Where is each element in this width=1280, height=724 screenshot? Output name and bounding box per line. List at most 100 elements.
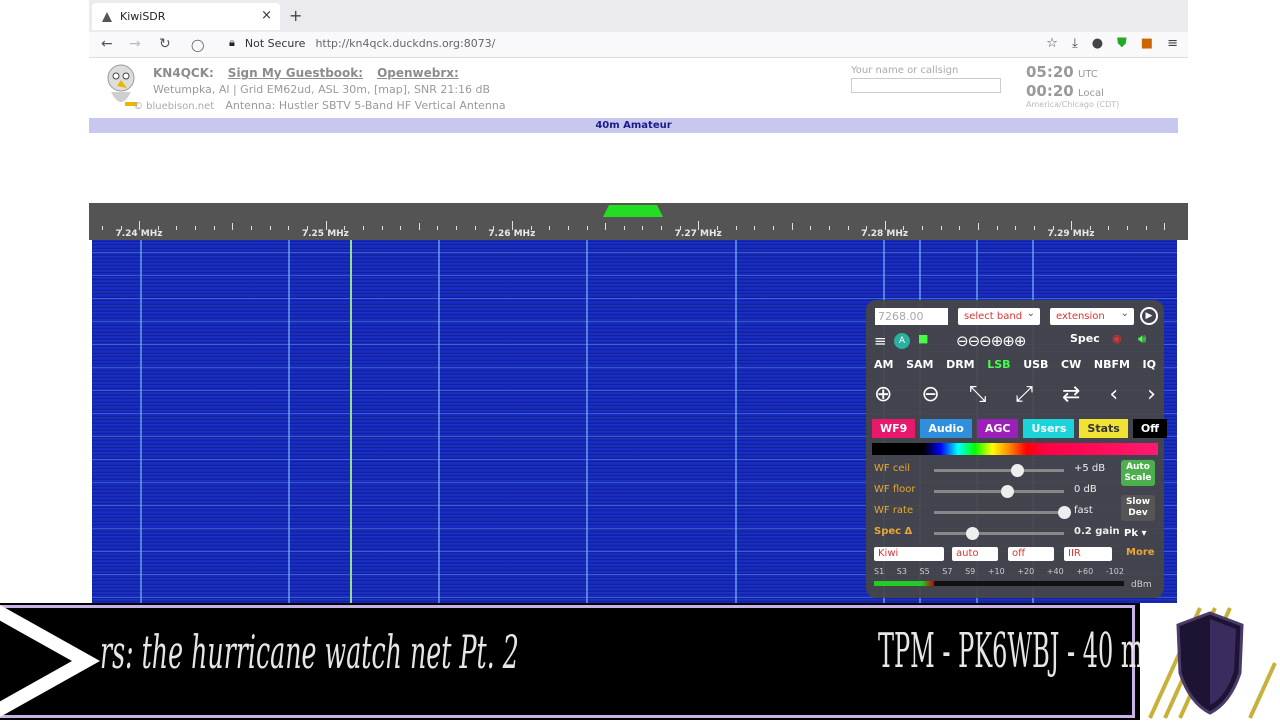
panel-play-icon[interactable]: ▶ bbox=[1140, 307, 1158, 325]
tab-kiwisdr[interactable]: KiwiSDR × bbox=[92, 3, 280, 30]
slider-value: fast bbox=[1074, 505, 1093, 516]
hamburger-icon[interactable]: ≡ bbox=[874, 332, 887, 350]
pk-dropdown[interactable]: Pk ▾ bbox=[1124, 528, 1147, 539]
tab-stats-button[interactable]: Stats bbox=[1079, 419, 1128, 438]
mode-sam-button[interactable]: SAM bbox=[906, 358, 933, 371]
tab-wf9-button[interactable]: WF9 bbox=[872, 419, 916, 438]
tab-agc-button[interactable]: AGC bbox=[976, 419, 1019, 438]
tab-off-button[interactable]: Off bbox=[1132, 419, 1168, 438]
forward-arrow-icon[interactable]: → bbox=[129, 36, 141, 52]
scale-tick bbox=[213, 226, 215, 230]
security-label: Not Secure bbox=[244, 36, 306, 50]
scale-tick bbox=[772, 226, 774, 230]
freq-label: 7.24 MHz bbox=[115, 229, 163, 239]
waterfall-row bbox=[92, 298, 1177, 299]
slider-track[interactable] bbox=[934, 464, 1064, 477]
extension-icon[interactable]: ● bbox=[1092, 36, 1103, 51]
slider-track[interactable] bbox=[934, 506, 1071, 519]
extension-fox-icon[interactable]: ■ bbox=[1141, 36, 1153, 51]
bottom-select-value: Kiwi bbox=[878, 548, 899, 559]
zoom-max-icon[interactable]: ⤢ bbox=[1015, 382, 1033, 407]
guestbook-link[interactable]: Sign My Guestbook: bbox=[228, 66, 363, 80]
mode-iq-button[interactable]: IQ bbox=[1143, 358, 1156, 371]
slider-knob[interactable] bbox=[1000, 485, 1014, 498]
menu-icon[interactable]: ≡ bbox=[1167, 36, 1178, 51]
zoom-in-icon[interactable]: ⊕ bbox=[874, 382, 892, 407]
tab-audio-button[interactable]: Audio bbox=[920, 419, 972, 438]
waterfall-row bbox=[92, 275, 1177, 276]
bottom-select[interactable]: auto bbox=[952, 547, 998, 561]
scale-tick bbox=[400, 226, 402, 230]
freq-label: 7.25 MHz bbox=[301, 229, 349, 239]
utc-label: UTC bbox=[1078, 69, 1098, 80]
smeter-label: S9 bbox=[965, 567, 976, 576]
bottom-select[interactable]: off bbox=[1008, 547, 1054, 561]
download-icon[interactable]: ⤓ bbox=[1072, 36, 1078, 51]
green-icon[interactable]: ■ bbox=[918, 332, 928, 345]
record-icon[interactable]: ◉ bbox=[1112, 332, 1122, 345]
scale-tick bbox=[195, 226, 197, 230]
extension-dropdown[interactable]: extension bbox=[1050, 305, 1134, 325]
slider-track[interactable] bbox=[934, 527, 1064, 540]
scale-tick bbox=[828, 226, 830, 230]
zoom-fit-icon[interactable]: ⤡ bbox=[969, 382, 987, 407]
a-icon[interactable]: A bbox=[894, 333, 910, 349]
smeter-label: +60 bbox=[1076, 567, 1094, 576]
mode-drm-button[interactable]: DRM bbox=[946, 358, 975, 371]
credit-link[interactable]: © bluebison.net bbox=[133, 101, 214, 112]
frequency-input[interactable]: 7268.00 bbox=[875, 308, 948, 325]
more-button[interactable]: More bbox=[1126, 547, 1155, 558]
mode-am-button[interactable]: AM bbox=[874, 358, 893, 371]
freq-label: 7.26 MHz bbox=[488, 229, 536, 239]
back-arrow-icon[interactable]: ← bbox=[101, 36, 113, 52]
callsign-input[interactable] bbox=[851, 78, 1001, 93]
new-tab-button[interactable]: + bbox=[289, 6, 302, 25]
slider-knob[interactable] bbox=[966, 527, 980, 540]
url-field[interactable]: 🔒︎ Not Secure http://kn4qck.duckdns.org:… bbox=[229, 36, 495, 50]
scale-tick bbox=[288, 226, 290, 230]
auto-scale-button[interactable]: Auto Scale bbox=[1121, 460, 1155, 486]
bottom-select[interactable]: Kiwi bbox=[874, 547, 944, 561]
mode-nbfm-button[interactable]: NBFM bbox=[1094, 358, 1130, 371]
band-bar[interactable]: 40m Amateur bbox=[89, 118, 1178, 133]
bottom-select-value: IIR bbox=[1068, 548, 1081, 559]
shield-extension-icon[interactable]: ⛊ bbox=[1117, 36, 1127, 51]
spec-button[interactable]: Spec bbox=[1070, 332, 1100, 345]
url-text[interactable]: http://kn4qck.duckdns.org:8073/ bbox=[315, 37, 495, 50]
slider-knob[interactable] bbox=[1010, 464, 1024, 477]
swap-icon[interactable]: ⇄ bbox=[1062, 382, 1080, 407]
callsign-label: Your name or callsign bbox=[851, 65, 959, 76]
select-band-dropdown[interactable]: select band bbox=[958, 305, 1040, 325]
panel-row-2: ≡ A ■ ⊖⊖⊖⊕⊕⊕ Spec ◉ 🔊︎ bbox=[866, 332, 1164, 352]
reload-icon[interactable]: ↻ bbox=[159, 36, 171, 52]
mode-usb-button[interactable]: USB bbox=[1023, 358, 1048, 371]
slow-dev-button[interactable]: Slow Dev bbox=[1121, 495, 1155, 521]
colormap-bar[interactable] bbox=[872, 443, 1158, 455]
mode-buttons: AM SAM DRM LSB USB CW NBFM IQ bbox=[874, 358, 1156, 371]
bottom-select[interactable]: IIR bbox=[1064, 547, 1112, 561]
scale-tick bbox=[735, 226, 737, 230]
next-icon[interactable]: › bbox=[1147, 382, 1156, 407]
scale-tick bbox=[437, 226, 439, 230]
slider-track[interactable] bbox=[934, 485, 1064, 498]
zoom-step-icons[interactable]: ⊖⊖⊖⊕⊕⊕ bbox=[956, 332, 1026, 350]
passband-marker[interactable] bbox=[603, 205, 663, 217]
speaker-icon[interactable]: 🔊︎ bbox=[1138, 332, 1146, 347]
mode-cw-button[interactable]: CW bbox=[1061, 358, 1081, 371]
bookmark-star-icon[interactable]: ☆ bbox=[1046, 36, 1058, 51]
smeter-label: S5 bbox=[919, 567, 930, 576]
slider-knob[interactable] bbox=[1058, 506, 1071, 519]
tab-users-button[interactable]: Users bbox=[1023, 419, 1075, 438]
mode-lsb-button[interactable]: LSB bbox=[987, 358, 1010, 371]
channel-badge bbox=[1140, 603, 1280, 720]
scale-tick bbox=[101, 226, 103, 230]
tab-close-icon[interactable]: × bbox=[261, 8, 272, 23]
control-panel: 7268.00 select band extension ▶ ≡ A ■ ⊖⊖… bbox=[866, 300, 1168, 598]
openwebrx-link[interactable]: Openwebrx: bbox=[377, 66, 459, 80]
scale-tick bbox=[922, 226, 924, 230]
shield-icon[interactable]: ◯ bbox=[191, 38, 204, 52]
frequency-scale[interactable]: 7.24 MHz 7.25 MHz 7.26 MHz 7.27 MHz 7.28 MHz… bbox=[89, 203, 1188, 240]
prev-icon[interactable]: ‹ bbox=[1109, 382, 1118, 407]
scale-tick bbox=[810, 226, 812, 230]
zoom-out-icon[interactable]: ⊖ bbox=[921, 382, 939, 407]
